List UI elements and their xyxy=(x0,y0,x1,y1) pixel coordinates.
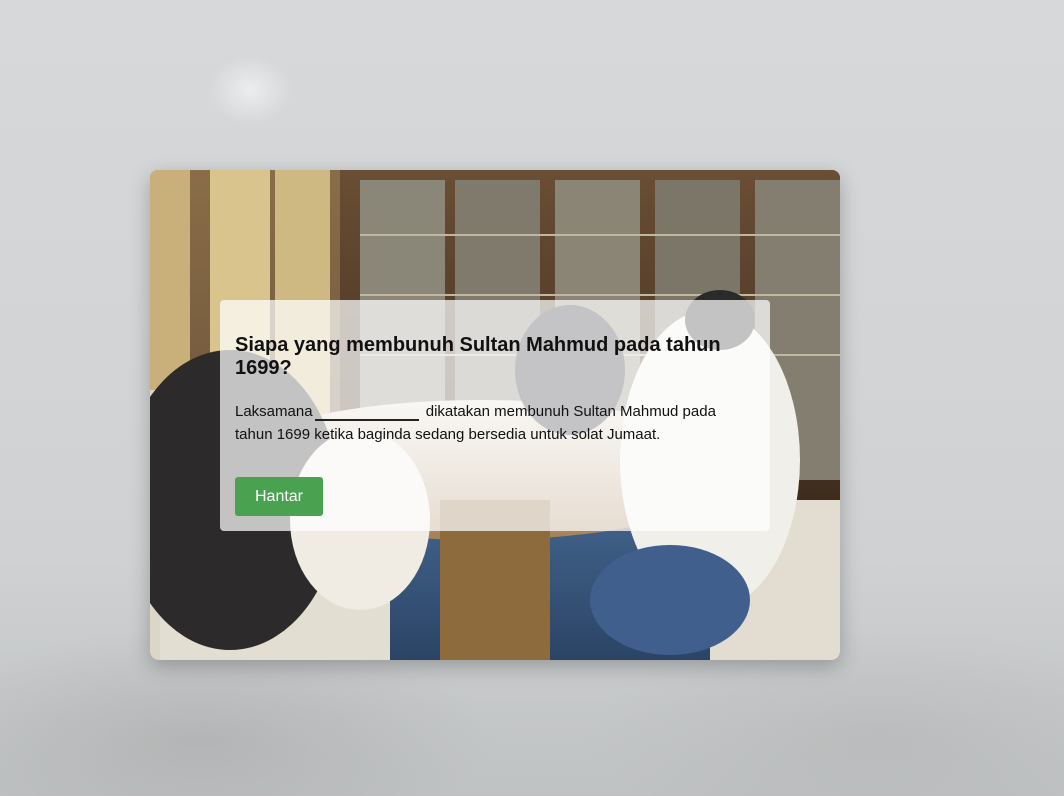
question-title: Siapa yang membunuh Sultan Mahmud pada t… xyxy=(235,334,721,379)
submit-button[interactable]: Hantar xyxy=(235,477,323,516)
question-sentence: Laksamana dikatakan membunuh Sultan Mahm… xyxy=(235,400,755,446)
answer-blank-field[interactable] xyxy=(314,404,419,421)
sentence-before: Laksamana xyxy=(235,403,313,420)
quiz-dialog: Siapa yang membunuh Sultan Mahmud pada t… xyxy=(220,300,770,531)
